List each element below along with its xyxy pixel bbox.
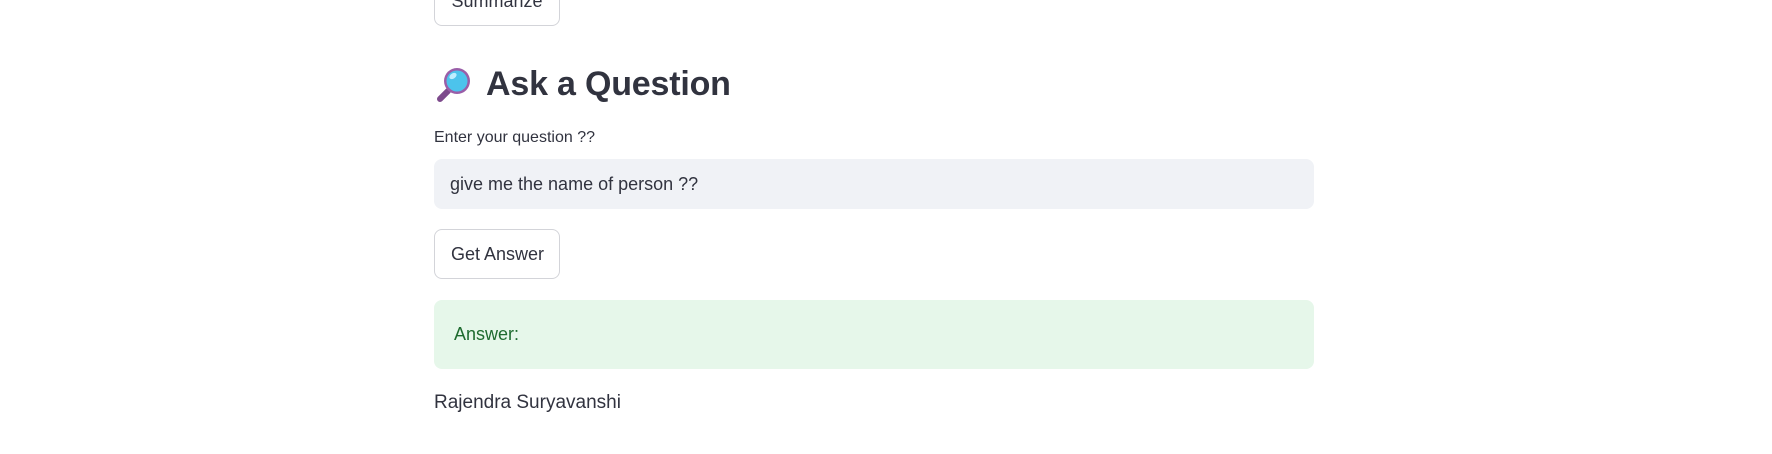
question-input[interactable] — [434, 159, 1314, 209]
answer-alert: Answer: — [434, 300, 1314, 369]
section-heading: Ask a Question — [436, 59, 731, 109]
answer-label: Answer: — [454, 324, 520, 344]
question-label: Enter your question ?? — [434, 129, 595, 146]
section-title: Ask a Question — [486, 64, 731, 103]
summarize-button[interactable]: Summarize — [434, 0, 560, 26]
answer-text: Rajendra Suryavanshi — [434, 392, 621, 413]
get-answer-button[interactable]: Get Answer — [434, 229, 560, 279]
magnifying-glass-icon — [436, 65, 474, 103]
app-page: Summarize Ask a Question Enter your ques… — [0, 0, 1772, 454]
